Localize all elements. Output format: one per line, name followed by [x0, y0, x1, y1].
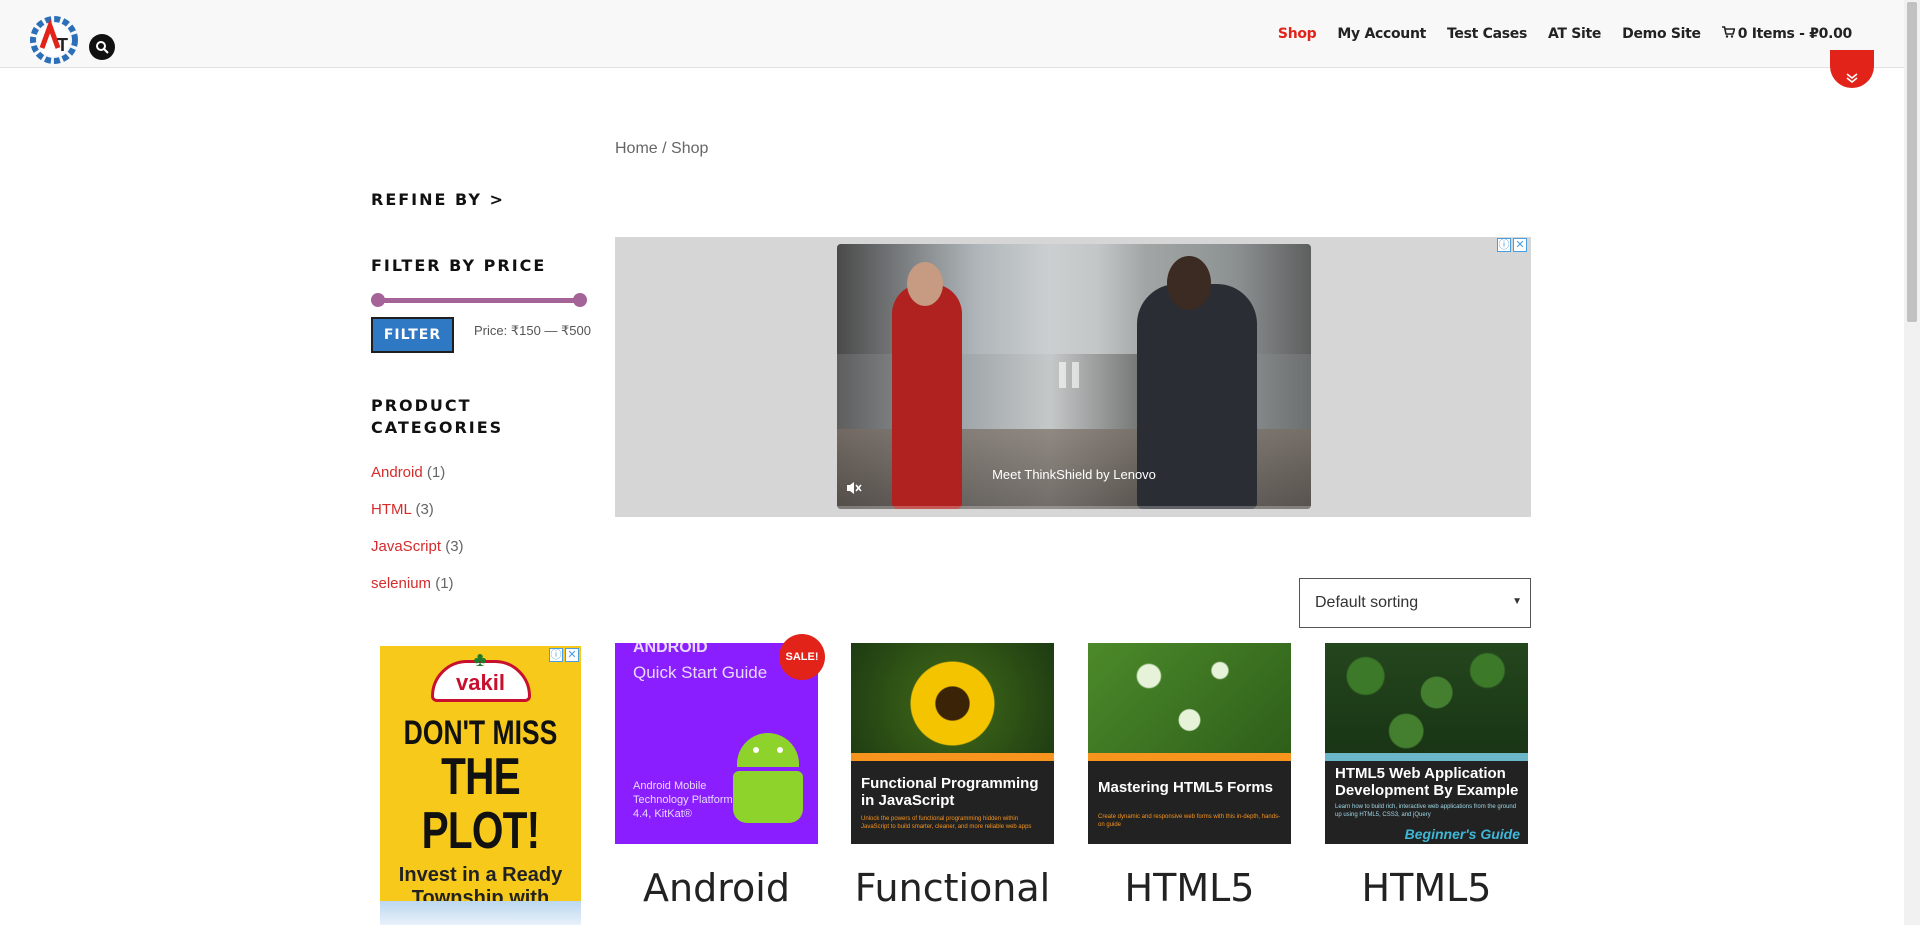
cover-series: Beginner's Guide — [1404, 826, 1520, 842]
sale-badge: SALE! — [779, 634, 825, 680]
category-link-android[interactable]: Android — [371, 464, 423, 481]
cover-strip — [1088, 753, 1291, 761]
main-advertisement[interactable]: ⓘ ✕ Meet ThinkShield by Lenovo — [615, 237, 1531, 517]
product-title[interactable]: Functional — [851, 866, 1054, 910]
category-list: Android (1) HTML (3) JavaScript (3) sele… — [371, 464, 464, 612]
site-header: T Shop My Account Test Cases AT Site Dem… — [0, 0, 1904, 68]
cover-line-3: Android Mobile Technology Platform 4.4, … — [633, 780, 733, 820]
cover-strip — [851, 753, 1054, 761]
caret-down-icon: ▼ — [1512, 596, 1522, 607]
nav-my-account[interactable]: My Account — [1337, 26, 1426, 42]
category-link-selenium[interactable]: selenium — [371, 575, 431, 592]
price-slider-min-handle[interactable] — [371, 293, 385, 307]
cover-line-2: Quick Start Guide — [633, 663, 768, 682]
product-card[interactable]: Mastering HTML5 Forms Create dynamic and… — [1088, 643, 1291, 910]
category-item: selenium (1) — [371, 575, 464, 612]
category-count: (1) — [435, 575, 454, 592]
video-caption: Meet ThinkShield by Lenovo — [992, 467, 1156, 482]
raindrops-photo — [1088, 643, 1291, 753]
product-image[interactable]: Functional Programming in JavaScript Unl… — [851, 643, 1054, 844]
breadcrumb-separator: / — [657, 140, 672, 157]
breadcrumb-home[interactable]: Home — [615, 140, 658, 157]
nav-demo-site[interactable]: Demo Site — [1622, 26, 1701, 42]
nav-shop[interactable]: Shop — [1278, 26, 1317, 42]
video-progress-bar[interactable] — [837, 506, 1311, 509]
ad-video[interactable]: Meet ThinkShield by Lenovo — [837, 244, 1311, 509]
sunflower-photo — [851, 643, 1054, 753]
category-count: (3) — [445, 538, 464, 555]
scroll-toggle-button[interactable] — [1830, 50, 1874, 88]
product-title[interactable]: HTML5 — [1325, 866, 1528, 910]
video-person-head — [1167, 256, 1211, 310]
category-link-html[interactable]: HTML — [371, 501, 411, 518]
ad-headline-line-2: THE PLOT! — [421, 748, 541, 860]
product-image[interactable]: HTML5 Web Application Development By Exa… — [1325, 643, 1528, 844]
nav-test-cases[interactable]: Test Cases — [1447, 26, 1527, 42]
scrollbar-thumb[interactable] — [1907, 2, 1917, 322]
breadcrumb-current: Shop — [671, 140, 709, 157]
sort-selected-value: Default sorting — [1315, 594, 1419, 611]
refine-by-toggle[interactable]: REFINE BY > — [371, 190, 505, 209]
double-chevron-down-icon — [1846, 73, 1858, 84]
search-icon[interactable] — [89, 34, 115, 60]
main-nav: Shop My Account Test Cases AT Site Demo … — [1278, 26, 1852, 42]
product-card[interactable]: Functional Programming in JavaScript Unl… — [851, 643, 1054, 910]
category-count: (1) — [426, 464, 446, 481]
ad-brand: vakil — [456, 670, 505, 695]
ad-headline: DON'T MISS THE PLOT! — [402, 716, 559, 858]
category-count: (3) — [415, 501, 434, 518]
product-card[interactable]: SALE! ANDROID Quick Start Guide Android … — [615, 634, 825, 910]
filter-price-title: FILTER BY PRICE — [371, 256, 547, 275]
price-slider[interactable] — [371, 293, 587, 307]
breadcrumb: Home / Shop — [615, 140, 708, 158]
cover-title: Functional Programming in JavaScript — [861, 775, 1039, 809]
cover-line-1: ANDROID — [633, 643, 708, 656]
price-slider-max-handle[interactable] — [573, 293, 587, 307]
page-scrollbar[interactable] — [1904, 0, 1920, 925]
cart-summary: 0 Items - ₽0.00 — [1737, 26, 1853, 42]
category-link-javascript[interactable]: JavaScript — [371, 538, 441, 555]
ad-choices: ⓘ ✕ — [1497, 238, 1527, 252]
site-logo[interactable]: T — [28, 14, 80, 66]
palm-tree-icon: ♣ — [473, 649, 487, 671]
product-categories-title: PRODUCT CATEGORIES — [371, 396, 504, 437]
product-card[interactable]: HTML5 Web Application Development By Exa… — [1325, 643, 1528, 910]
cover-title: HTML5 Web Application Development By Exa… — [1335, 765, 1519, 799]
ad-info-icon[interactable]: ⓘ — [549, 648, 563, 662]
ad-info-icon[interactable]: ⓘ — [1497, 238, 1511, 252]
ad-sky-image — [380, 901, 581, 925]
vakil-logo: ♣ vakil — [430, 649, 531, 702]
price-range-label: Price: ₹150 — ₹500 — [474, 323, 591, 338]
filter-button[interactable]: FILTER — [371, 317, 454, 353]
product-title[interactable]: HTML5 — [1088, 866, 1291, 910]
category-item: JavaScript (3) — [371, 538, 464, 575]
ad-close-icon[interactable]: ✕ — [565, 648, 579, 662]
cover-description: Learn how to build rich, interactive web… — [1335, 804, 1517, 818]
nav-cart[interactable]: 0 Items - ₽0.00 — [1721, 26, 1853, 42]
video-person-head — [907, 262, 943, 306]
side-advertisement[interactable]: ⓘ ✕ ♣ vakil DON'T MISS THE PLOT! Invest i… — [380, 646, 581, 925]
price-slider-range — [377, 298, 581, 303]
svg-text:T: T — [57, 35, 68, 55]
mute-icon[interactable] — [845, 480, 863, 501]
ad-close-icon[interactable]: ✕ — [1513, 238, 1527, 252]
product-title[interactable]: Android — [615, 866, 818, 910]
ad-choices: ⓘ ✕ — [549, 648, 579, 662]
cover-description: Unlock the powers of functional programm… — [861, 816, 1032, 830]
cover-strip — [1325, 753, 1528, 761]
cover-title: Mastering HTML5 Forms — [1098, 779, 1274, 796]
cart-icon — [1721, 26, 1736, 42]
cover-description: Create dynamic and responsive web forms … — [1098, 814, 1281, 828]
product-image[interactable]: Mastering HTML5 Forms Create dynamic and… — [1088, 643, 1291, 844]
sort-select[interactable]: Default sorting ▼ — [1299, 578, 1531, 628]
ad-headline-line-1: DON'T MISS — [403, 714, 558, 752]
nav-at-site[interactable]: AT Site — [1548, 26, 1601, 42]
lilypad-photo — [1325, 643, 1528, 753]
pause-icon[interactable] — [1059, 362, 1079, 388]
android-robot-icon — [733, 733, 803, 833]
category-item: HTML (3) — [371, 501, 464, 538]
category-item: Android (1) — [371, 464, 464, 501]
